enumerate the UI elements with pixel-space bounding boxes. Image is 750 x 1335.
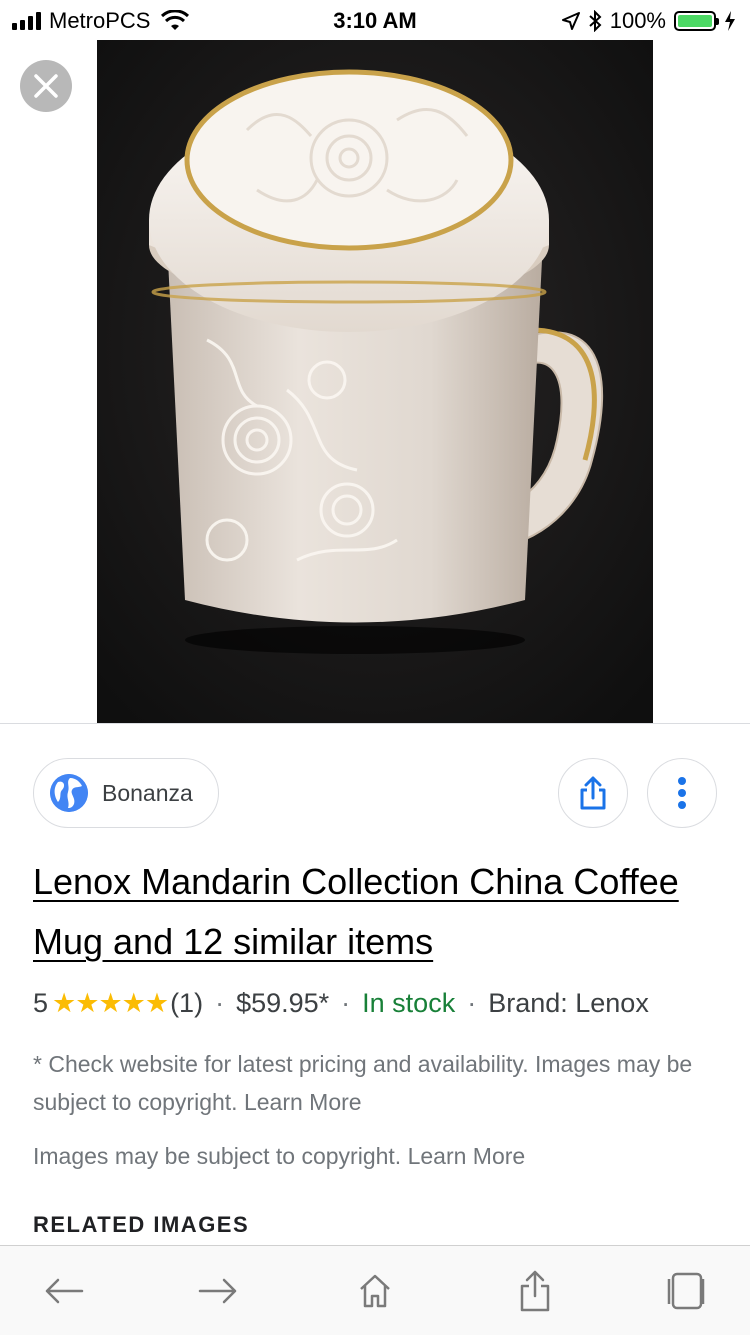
location-arrow-icon xyxy=(561,12,580,30)
divider xyxy=(0,723,750,724)
more-vert-icon xyxy=(678,777,686,809)
home-icon xyxy=(360,1274,390,1308)
separator: · xyxy=(215,988,225,1018)
tabs-button[interactable] xyxy=(656,1266,716,1316)
product-meta-row: 5 ★★★★★ (1) · $59.95* · In stock · Brand… xyxy=(33,988,649,1019)
source-chip[interactable]: Bonanza xyxy=(33,758,219,828)
share-page-button[interactable] xyxy=(505,1266,565,1316)
status-right: 100% xyxy=(561,8,736,34)
status-bar: MetroPCS 3:10 AM 100% xyxy=(0,0,750,40)
pricing-disclaimer: * Check website for latest pricing and a… xyxy=(33,1051,693,1115)
globe-icon xyxy=(50,774,88,812)
battery-icon xyxy=(674,11,719,31)
product-title-link[interactable]: Lenox Mandarin Collection China Coffee M… xyxy=(33,852,713,972)
charging-bolt-icon xyxy=(725,11,735,31)
close-icon xyxy=(34,74,58,98)
back-button[interactable] xyxy=(34,1266,94,1316)
brand: Brand: Lenox xyxy=(488,988,649,1018)
battery-percent: 100% xyxy=(609,8,666,33)
product-image[interactable] xyxy=(97,40,653,723)
forward-arrow-icon xyxy=(198,1278,237,1304)
copyright-note: Images may be subject to copyright. Lear… xyxy=(33,1143,526,1169)
price: $59.95* xyxy=(236,988,330,1018)
review-count: (1) xyxy=(170,988,204,1018)
tabs-icon xyxy=(667,1272,705,1310)
close-button[interactable] xyxy=(20,60,72,112)
separator: · xyxy=(341,988,351,1018)
separator: · xyxy=(467,988,477,1018)
stock-status: In stock xyxy=(362,988,456,1018)
home-button[interactable] xyxy=(345,1266,405,1316)
rating-value: 5 xyxy=(33,988,49,1018)
source-name: Bonanza xyxy=(102,779,193,806)
share-button[interactable] xyxy=(558,758,628,828)
share-icon xyxy=(580,776,606,810)
bluetooth-icon xyxy=(589,10,602,32)
share-icon xyxy=(520,1270,550,1312)
related-images-heading: RELATED IMAGES xyxy=(33,1212,250,1237)
browser-toolbar xyxy=(0,1245,750,1335)
rating-stars: ★★★★★ xyxy=(52,988,169,1018)
more-options-button[interactable] xyxy=(647,758,717,828)
mug-photo xyxy=(97,40,653,723)
forward-button[interactable] xyxy=(188,1266,248,1316)
back-arrow-icon xyxy=(45,1278,84,1304)
